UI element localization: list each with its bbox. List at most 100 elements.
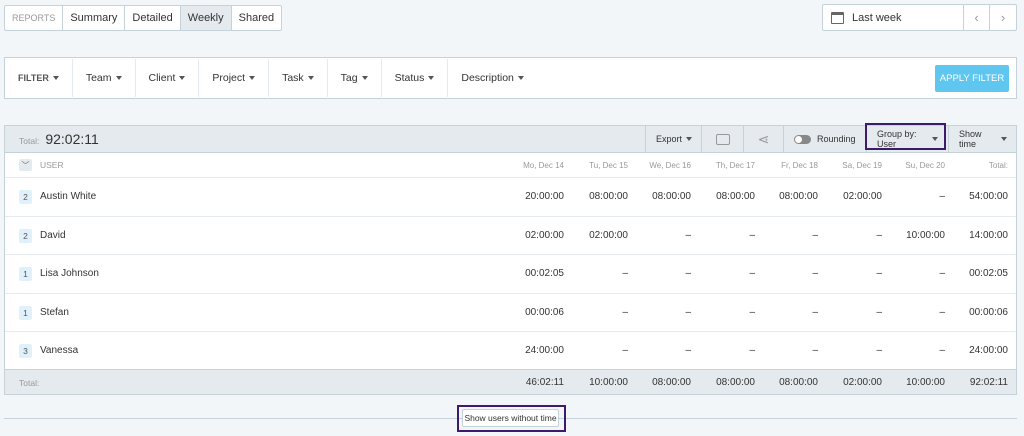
time-cell: 08:00:00 xyxy=(716,191,755,202)
share-icon: ⋖ xyxy=(757,130,770,147)
grand-total-cell: 92:02:11 xyxy=(969,377,1008,388)
toggle-switch-icon xyxy=(794,134,811,144)
time-cell: – xyxy=(622,306,628,318)
date-range-picker: Last week ‹ › xyxy=(822,4,1017,31)
task-filter[interactable]: Task xyxy=(269,59,328,97)
apply-filter-button[interactable]: APPLY FILTER xyxy=(935,65,1009,92)
time-cell: – xyxy=(685,345,691,356)
time-cell: 00:00:06 xyxy=(525,306,564,318)
entry-count-badge[interactable]: 2 xyxy=(19,190,32,204)
chevron-down-icon xyxy=(1001,137,1007,141)
total-cell: 08:00:00 xyxy=(652,377,691,388)
time-cell: 02:00:00 xyxy=(589,229,628,241)
time-cell: – xyxy=(622,345,628,356)
user-name: David xyxy=(40,229,66,241)
time-cell: – xyxy=(812,229,818,241)
time-cell: – xyxy=(685,268,691,279)
column-header-row: ﹀ USER Mo, Dec 14 Tu, Dec 15 We, Dec 16 … xyxy=(5,153,1016,178)
time-cell: – xyxy=(939,268,945,279)
tag-filter[interactable]: Tag xyxy=(328,59,382,97)
row-total-cell: 14:00:00 xyxy=(969,229,1008,241)
user-name: Vanessa xyxy=(40,345,79,356)
time-cell: – xyxy=(939,306,945,318)
time-cell: – xyxy=(622,268,628,279)
chevron-down-icon xyxy=(52,76,59,80)
day-header-mon: Mo, Dec 14 xyxy=(523,161,564,170)
weekly-report-table: Total: 92:02:11 Export ⋖ Rounding Group … xyxy=(4,125,1017,395)
total-column-header: Total: xyxy=(988,161,1008,170)
time-cell: – xyxy=(876,306,882,318)
chevron-down-icon xyxy=(428,76,435,80)
total-cell: 10:00:00 xyxy=(589,377,628,388)
total-cell: 02:00:00 xyxy=(843,377,882,388)
row-total-cell: 54:00:00 xyxy=(969,191,1008,202)
row-total-cell: 24:00:00 xyxy=(969,345,1008,356)
table-row[interactable]: 1 Stefan 00:00:06 – – – – – – 00:00:06 xyxy=(5,294,1016,332)
entry-count-badge[interactable]: 1 xyxy=(19,267,32,281)
table-row[interactable]: 1 Lisa Johnson 00:02:05 – – – – – – 00:02:05 xyxy=(5,255,1016,294)
print-icon xyxy=(715,133,730,145)
report-tabs: REPORTS Summary Detailed Weekly Shared xyxy=(4,5,283,31)
table-row[interactable]: 2 David 02:00:00 02:00:00 – – – – 10:00:00 14:00:… xyxy=(5,217,1016,255)
team-filter[interactable]: Team xyxy=(73,59,136,97)
tab-shared[interactable]: Shared xyxy=(232,6,281,30)
time-cell: – xyxy=(685,229,691,241)
tab-summary[interactable]: Summary xyxy=(63,6,126,30)
table-row[interactable]: 2 Austin White 20:00:00 08:00:00 08:00:00 08:… xyxy=(5,178,1016,217)
total-cell: 08:00:00 xyxy=(716,377,755,388)
time-cell: – xyxy=(876,229,882,241)
time-cell: 02:00:00 xyxy=(843,191,882,202)
date-range-selector[interactable]: Last week xyxy=(823,5,964,30)
tab-detailed[interactable]: Detailed xyxy=(125,6,181,30)
totals-row: Total: 46:02:11 10:00:00 08:00:00 08:00:… xyxy=(5,369,1016,394)
row-total-cell: 00:02:05 xyxy=(969,268,1008,279)
day-header-thu: Th, Dec 17 xyxy=(715,161,755,170)
client-filter[interactable]: Client xyxy=(136,59,200,97)
time-cell: – xyxy=(749,229,755,241)
filter-bar: FILTER Team Client Project Task Tag Stat… xyxy=(4,57,1017,99)
show-time-dropdown[interactable]: Show time xyxy=(948,126,1017,152)
previous-period-button[interactable]: ‹ xyxy=(964,5,990,30)
entry-count-badge[interactable]: 3 xyxy=(19,344,32,358)
expand-collapse-button[interactable]: ﹀ xyxy=(19,159,32,171)
table-row[interactable]: 3 Vanessa 24:00:00 – – – – – – 24:00:00 xyxy=(5,332,1016,371)
time-cell: 08:00:00 xyxy=(779,191,818,202)
time-cell: – xyxy=(939,345,945,356)
time-cell: 20:00:00 xyxy=(525,191,564,202)
tab-weekly[interactable]: Weekly xyxy=(180,6,232,30)
time-cell: – xyxy=(812,268,818,279)
export-button[interactable]: Export xyxy=(645,126,701,152)
filter-dropdown[interactable]: FILTER xyxy=(5,59,73,97)
user-rows: 2 Austin White 20:00:00 08:00:00 08:00:00 08:… xyxy=(5,178,1016,371)
time-cell: – xyxy=(685,306,691,318)
project-filter[interactable]: Project xyxy=(199,59,270,97)
day-header-wed: We, Dec 16 xyxy=(649,161,691,170)
calendar-icon xyxy=(831,11,844,24)
chevron-down-icon xyxy=(249,76,256,80)
time-cell: 00:02:05 xyxy=(525,268,564,279)
time-cell: 08:00:00 xyxy=(589,191,628,202)
status-filter[interactable]: Status xyxy=(382,59,449,97)
group-by-dropdown[interactable]: Group by: User xyxy=(866,126,948,152)
user-name: Stefan xyxy=(40,306,69,318)
description-filter[interactable]: Description xyxy=(448,59,537,97)
rounding-toggle[interactable]: Rounding xyxy=(783,126,866,152)
day-header-tue: Tu, Dec 15 xyxy=(589,161,628,170)
report-header: Total: 92:02:11 Export ⋖ Rounding Group … xyxy=(5,126,1016,153)
next-period-button[interactable]: › xyxy=(990,5,1016,30)
tab-reports: REPORTS xyxy=(5,6,64,30)
total-label: Total: xyxy=(19,136,40,146)
show-users-without-time-button[interactable]: Show users without time xyxy=(462,409,559,427)
day-header-sat: Sa, Dec 19 xyxy=(842,161,882,170)
total-cell: 10:00:00 xyxy=(906,377,945,388)
time-cell: – xyxy=(749,268,755,279)
entry-count-badge[interactable]: 2 xyxy=(19,228,32,243)
user-column-header: USER xyxy=(40,160,64,170)
time-cell: – xyxy=(939,191,945,202)
time-cell: – xyxy=(876,345,882,356)
time-cell: – xyxy=(749,306,755,318)
entry-count-badge[interactable]: 1 xyxy=(19,305,32,320)
time-cell: 02:00:00 xyxy=(525,229,564,241)
share-button[interactable]: ⋖ xyxy=(743,126,783,152)
print-button[interactable] xyxy=(701,126,743,152)
